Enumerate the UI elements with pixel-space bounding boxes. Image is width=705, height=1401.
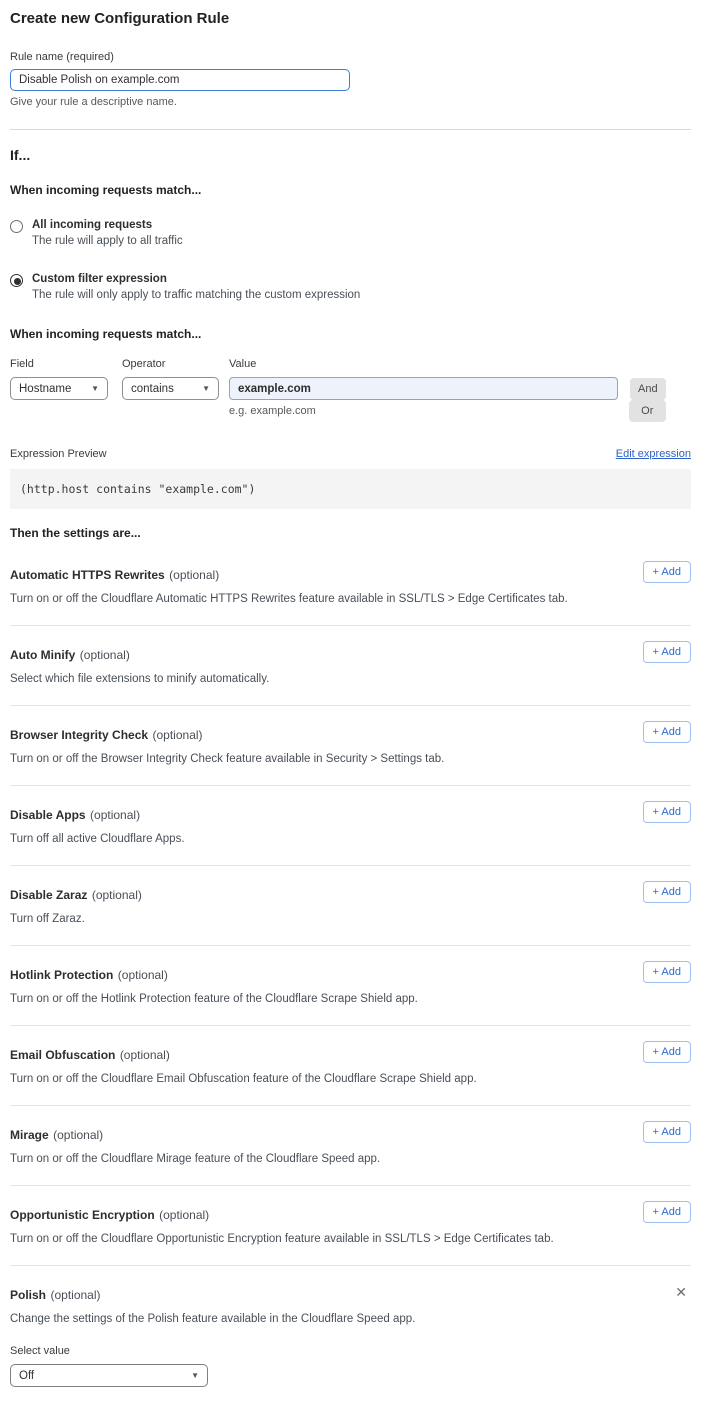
- incoming-requests-match-label: When incoming requests match...: [10, 183, 691, 197]
- rule-name-group: Rule name (required) Give your rule a de…: [10, 51, 691, 108]
- setting-row-auto-minify: Auto Minify (optional) Select which file…: [10, 626, 691, 706]
- add-disable-apps-button[interactable]: + Add: [643, 801, 691, 823]
- setting-row-hotlink-protection: Hotlink Protection (optional) Turn on or…: [10, 946, 691, 1026]
- setting-optional-label: (optional): [53, 1128, 103, 1142]
- setting-description: Turn on or off the Cloudflare Mirage fea…: [10, 1153, 600, 1165]
- add-mirage-button[interactable]: + Add: [643, 1121, 691, 1143]
- radio-all-incoming-label: All incoming requests: [32, 219, 183, 231]
- add-email-obfuscation-button[interactable]: + Add: [643, 1041, 691, 1063]
- setting-description: Select which file extensions to minify a…: [10, 673, 600, 685]
- divider: [10, 129, 691, 130]
- or-button[interactable]: Or: [629, 400, 666, 422]
- setting-optional-label: (optional): [159, 1208, 209, 1222]
- value-label: Value: [229, 358, 618, 370]
- setting-title: Disable Zaraz: [10, 888, 87, 902]
- setting-description: Turn on or off the Browser Integrity Che…: [10, 753, 600, 765]
- polish-value-select[interactable]: Off ▼: [10, 1364, 208, 1387]
- field-select-value: Hostname: [19, 383, 71, 395]
- setting-title: Opportunistic Encryption: [10, 1208, 155, 1222]
- setting-title: Auto Minify: [10, 648, 75, 662]
- setting-optional-label: (optional): [90, 808, 140, 822]
- page-title: Create new Configuration Rule: [10, 10, 691, 27]
- operator-label: Operator: [122, 358, 219, 370]
- setting-title: Browser Integrity Check: [10, 728, 148, 742]
- radio-custom-filter-desc: The rule will only apply to traffic matc…: [32, 289, 360, 301]
- radio-all-incoming-requests[interactable]: All incoming requests The rule will appl…: [10, 219, 691, 247]
- and-button[interactable]: And: [630, 378, 666, 400]
- setting-description: Turn on or off the Cloudflare Email Obfu…: [10, 1073, 600, 1085]
- expression-preview-header: Expression Preview Edit expression: [10, 448, 691, 460]
- setting-optional-label: (optional): [80, 648, 130, 662]
- expression-preview-code: (http.host contains "example.com"): [10, 469, 691, 509]
- setting-title: Email Obfuscation: [10, 1048, 115, 1062]
- settings-list: Automatic HTTPS Rewrites (optional) Turn…: [10, 546, 691, 1401]
- setting-description: Turn on or off the Hotlink Protection fe…: [10, 993, 600, 1005]
- setting-title: Hotlink Protection: [10, 968, 113, 982]
- setting-row-mirage: Mirage (optional) Turn on or off the Clo…: [10, 1106, 691, 1186]
- setting-title: Mirage: [10, 1128, 49, 1142]
- setting-row-polish-expanded: Polish (optional) Change the settings of…: [10, 1266, 691, 1401]
- add-automatic-https-rewrites-button[interactable]: + Add: [643, 561, 691, 583]
- chevron-down-icon: ▼: [91, 384, 99, 393]
- if-heading: If...: [10, 147, 691, 163]
- setting-description: Turn on or off the Cloudflare Opportunis…: [10, 1233, 600, 1245]
- radio-custom-filter-label: Custom filter expression: [32, 273, 360, 285]
- polish-select-value: Off: [19, 1370, 34, 1382]
- setting-title: Disable Apps: [10, 808, 86, 822]
- setting-description: Change the settings of the Polish featur…: [10, 1313, 600, 1325]
- setting-title: Polish: [10, 1288, 46, 1302]
- operator-select[interactable]: contains ▼: [122, 377, 219, 400]
- expression-builder-label: When incoming requests match...: [10, 327, 691, 341]
- expression-builder: Field Hostname ▼ Operator contains ▼ Val…: [10, 358, 691, 422]
- radio-selected-icon[interactable]: [10, 274, 23, 287]
- add-auto-minify-button[interactable]: + Add: [643, 641, 691, 663]
- value-helper: e.g. example.com: [229, 405, 618, 417]
- value-input[interactable]: [229, 377, 618, 400]
- add-opportunistic-encryption-button[interactable]: + Add: [643, 1201, 691, 1223]
- close-icon[interactable]: ✕: [675, 1285, 687, 1299]
- setting-optional-label: (optional): [50, 1288, 100, 1302]
- rule-name-input[interactable]: [10, 69, 350, 91]
- setting-optional-label: (optional): [120, 1048, 170, 1062]
- setting-row-automatic-https-rewrites: Automatic HTTPS Rewrites (optional) Turn…: [10, 546, 691, 626]
- setting-optional-label: (optional): [153, 728, 203, 742]
- setting-description: Turn on or off the Cloudflare Automatic …: [10, 593, 600, 605]
- setting-optional-label: (optional): [169, 568, 219, 582]
- expression-preview-label: Expression Preview: [10, 448, 107, 460]
- setting-row-browser-integrity-check: Browser Integrity Check (optional) Turn …: [10, 706, 691, 786]
- add-disable-zaraz-button[interactable]: + Add: [643, 881, 691, 903]
- setting-row-disable-apps: Disable Apps (optional) Turn off all act…: [10, 786, 691, 866]
- setting-row-opportunistic-encryption: Opportunistic Encryption (optional) Turn…: [10, 1186, 691, 1266]
- chevron-down-icon: ▼: [202, 384, 210, 393]
- select-value-label: Select value: [10, 1345, 691, 1357]
- rule-name-helper: Give your rule a descriptive name.: [10, 96, 691, 108]
- edit-expression-link[interactable]: Edit expression: [616, 448, 691, 460]
- field-label: Field: [10, 358, 108, 370]
- radio-all-incoming-desc: The rule will apply to all traffic: [32, 235, 183, 247]
- field-select[interactable]: Hostname ▼: [10, 377, 108, 400]
- add-browser-integrity-check-button[interactable]: + Add: [643, 721, 691, 743]
- setting-row-email-obfuscation: Email Obfuscation (optional) Turn on or …: [10, 1026, 691, 1106]
- operator-select-value: contains: [131, 383, 174, 395]
- chevron-down-icon: ▼: [191, 1371, 199, 1380]
- add-hotlink-protection-button[interactable]: + Add: [643, 961, 691, 983]
- polish-select-group: Select value Off ▼: [10, 1345, 691, 1387]
- match-type-radio-group: All incoming requests The rule will appl…: [10, 219, 691, 301]
- radio-custom-filter-expression[interactable]: Custom filter expression The rule will o…: [10, 273, 691, 301]
- radio-unselected-icon[interactable]: [10, 220, 23, 233]
- then-settings-heading: Then the settings are...: [10, 526, 691, 540]
- setting-title: Automatic HTTPS Rewrites: [10, 568, 165, 582]
- create-configuration-rule-page: Create new Configuration Rule Rule name …: [0, 0, 705, 1401]
- setting-description: Turn off all active Cloudflare Apps.: [10, 833, 600, 845]
- rule-name-label: Rule name (required): [10, 51, 691, 63]
- setting-description: Turn off Zaraz.: [10, 913, 600, 925]
- setting-optional-label: (optional): [118, 968, 168, 982]
- setting-row-disable-zaraz: Disable Zaraz (optional) Turn off Zaraz.…: [10, 866, 691, 946]
- setting-optional-label: (optional): [92, 888, 142, 902]
